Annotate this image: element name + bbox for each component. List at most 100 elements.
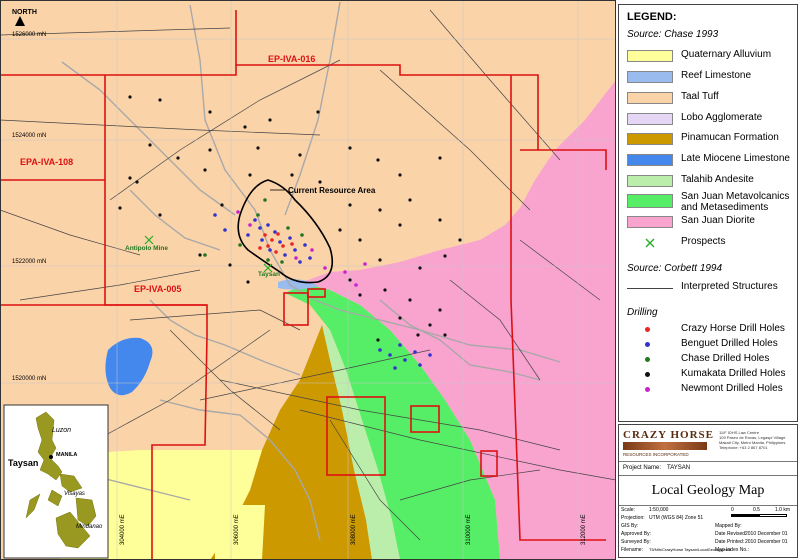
structure-line-icon (627, 288, 673, 289)
legend-label: Reef Limestone (681, 70, 752, 81)
legend-item-prospects: Prospects (627, 236, 797, 250)
legend-title: LEGEND: (627, 11, 677, 23)
approved-by-label: Approved By: (621, 531, 652, 537)
san-juan-diorite-swatch (627, 216, 673, 228)
legend-label: Late Miocene Limestone (681, 153, 790, 164)
chase-dot-icon (645, 357, 650, 362)
legend-label: Kumakata Drilled Holes (681, 368, 786, 379)
taal-tuff-swatch (627, 92, 673, 104)
coord-310000: 310000 mE (466, 514, 472, 545)
legend-label: Pinamucan Formation (681, 132, 779, 143)
legend-item-kumakata-holes: Kumakata Drilled Holes (627, 368, 797, 382)
newmont-dot-icon (645, 387, 650, 392)
legend-item-newmont-holes: Newmont Drilled Holes (627, 383, 797, 397)
san-juan-metavolcanics-swatch (627, 194, 673, 208)
legend-label: San Juan Diorite (681, 215, 755, 226)
coord-304000: 304000 mE (120, 514, 126, 545)
quaternary-alluvium-swatch (627, 50, 673, 62)
quaternary-alluvium-unit (215, 505, 265, 560)
address-line: Telephone: +63 2 867 8701 (719, 445, 768, 450)
legend-label: Interpreted Structures (681, 281, 778, 292)
project-label: Project Name: (623, 465, 662, 471)
legend-item-quaternary-alluvium: Quaternary Alluvium (627, 49, 797, 63)
inset-taysan-label: Taysan (8, 458, 38, 468)
legend-item-taal-tuff: Taal Tuff (627, 91, 797, 105)
title-block: CRAZY HORSE RESOURCES INCORPORATED 11/F … (618, 424, 798, 558)
legend-label: Benguet Drilled Holes (681, 338, 778, 349)
legend-label: Newmont Drilled Holes (681, 383, 783, 394)
legend-label: Chase Drilled Holes (681, 353, 770, 364)
date-revised-label: Date Revised: (715, 531, 747, 537)
coord-308000: 308000 mE (351, 514, 357, 545)
legend-item-talahib-andesite: Talahib Andesite (627, 174, 797, 188)
legend-item-san-juan-metavolcanics: San Juan Metavolcanics and Metasediments (627, 191, 797, 215)
reef-limestone-swatch (627, 71, 673, 83)
map-index-label: Map Index No.: (715, 547, 749, 553)
date-printed-label: Date Printed: (715, 539, 745, 545)
legend-drilling-title: Drilling (627, 307, 658, 318)
coord-306000: 306000 mE (234, 514, 240, 545)
talahib-andesite-swatch (627, 175, 673, 187)
legend-item-benguet-holes: Benguet Drilled Holes (627, 338, 797, 352)
late-miocene-limestone-swatch (627, 154, 673, 166)
date-printed-value: 2010 December 01 (745, 539, 788, 545)
tenement-label-ep-iva-005: EP-IVA-005 (134, 284, 181, 294)
resource-area-label: Current Resource Area (288, 186, 376, 195)
inset-visayas-label: Visayas (64, 491, 85, 497)
legend-item-chase-holes: Chase Drilled Holes (627, 353, 797, 367)
pinamucan-formation-swatch (627, 133, 673, 145)
tenement-label-epa-iva-108: EPA-IVA-108 (20, 157, 73, 167)
date-revised-value: 2010 December 01 (745, 531, 788, 537)
legend-item-crazy-horse-holes: Crazy Horse Drill Holes (627, 323, 797, 337)
legend-label: Lobo Agglomerate (681, 112, 763, 123)
coord-1526000: 1526000 mN (12, 32, 46, 38)
scale-value: 1:50,000 (649, 507, 669, 513)
inset-manila-label: MANILA (56, 452, 77, 458)
scale-bar-one: 1.0 km (775, 507, 791, 513)
antipolo-mine-label: Antipolo Mine (125, 245, 168, 252)
legend-source-corbett: Source: Corbett 1994 (627, 263, 723, 274)
legend-item-pinamucan-formation: Pinamucan Formation (627, 132, 797, 146)
scale-bar-white (759, 514, 787, 517)
inset-luzon-label: Luzon (52, 427, 71, 434)
legend-item-reef-limestone: Reef Limestone (627, 70, 797, 84)
legend-label: Prospects (681, 236, 726, 247)
lobo-agglomerate-swatch (627, 113, 673, 125)
scale-label: Scale: (621, 507, 635, 513)
geology-map[interactable]: NORTH 1526000 mN 1524000 mN 1522000 mN 1… (0, 0, 616, 560)
coord-1520000: 1520000 mN (12, 376, 46, 382)
company-logo-bar (623, 442, 707, 450)
legend-panel: LEGEND: Source: Chase 1993 Quaternary Al… (618, 4, 798, 422)
scale-bar-half: 0.5 (753, 507, 760, 513)
legend-label: Crazy Horse Drill Holes (681, 323, 785, 334)
kumakata-dot-icon (645, 372, 650, 377)
legend-item-late-miocene-limestone: Late Miocene Limestone (627, 153, 797, 167)
tenement-label-ep-iva-016: EP-IVA-016 (268, 54, 315, 64)
legend-item-interpreted-structures: Interpreted Structures (627, 281, 797, 295)
legend-label: San Juan Metavolcanics (681, 191, 790, 202)
inset-map: Luzon MANILA Taysan Visayas Mindanao (3, 404, 109, 559)
legend-label: Taal Tuff (681, 91, 719, 102)
taysan-map-label: Taysan (258, 271, 280, 278)
map-title: Local Geology Map (651, 483, 765, 498)
project-name: TAYSAN (667, 465, 691, 471)
gis-by-label: GIS By: (621, 523, 639, 529)
legend-source-chase: Source: Chase 1993 (627, 29, 719, 40)
coord-1522000: 1522000 mN (12, 259, 46, 265)
projection-label: Projection: (621, 515, 645, 521)
scale-bar-black (731, 514, 759, 517)
legend-label: Talahib Andesite (681, 174, 754, 185)
legend-item-san-juan-diorite: San Juan Diorite (627, 215, 797, 229)
inset-mindanao-label: Mindanao (76, 524, 103, 530)
legend-label-line2: and Metasediments (681, 202, 769, 213)
prospect-icon (645, 238, 655, 248)
benguet-dot-icon (645, 342, 650, 347)
surveyed-by-label: Surveyed By: (621, 539, 651, 545)
company-name: CRAZY HORSE (623, 429, 714, 441)
company-subtitle: RESOURCES INCORPORATED (623, 452, 689, 457)
projection-value: UTM (WGS 84) Zone 51 (649, 515, 704, 521)
north-label: NORTH (12, 9, 37, 16)
legend-item-lobo-agglomerate: Lobo Agglomerate (627, 112, 797, 126)
coord-1524000: 1524000 mN (12, 133, 46, 139)
mapped-by-label: Mapped By: (715, 523, 742, 529)
